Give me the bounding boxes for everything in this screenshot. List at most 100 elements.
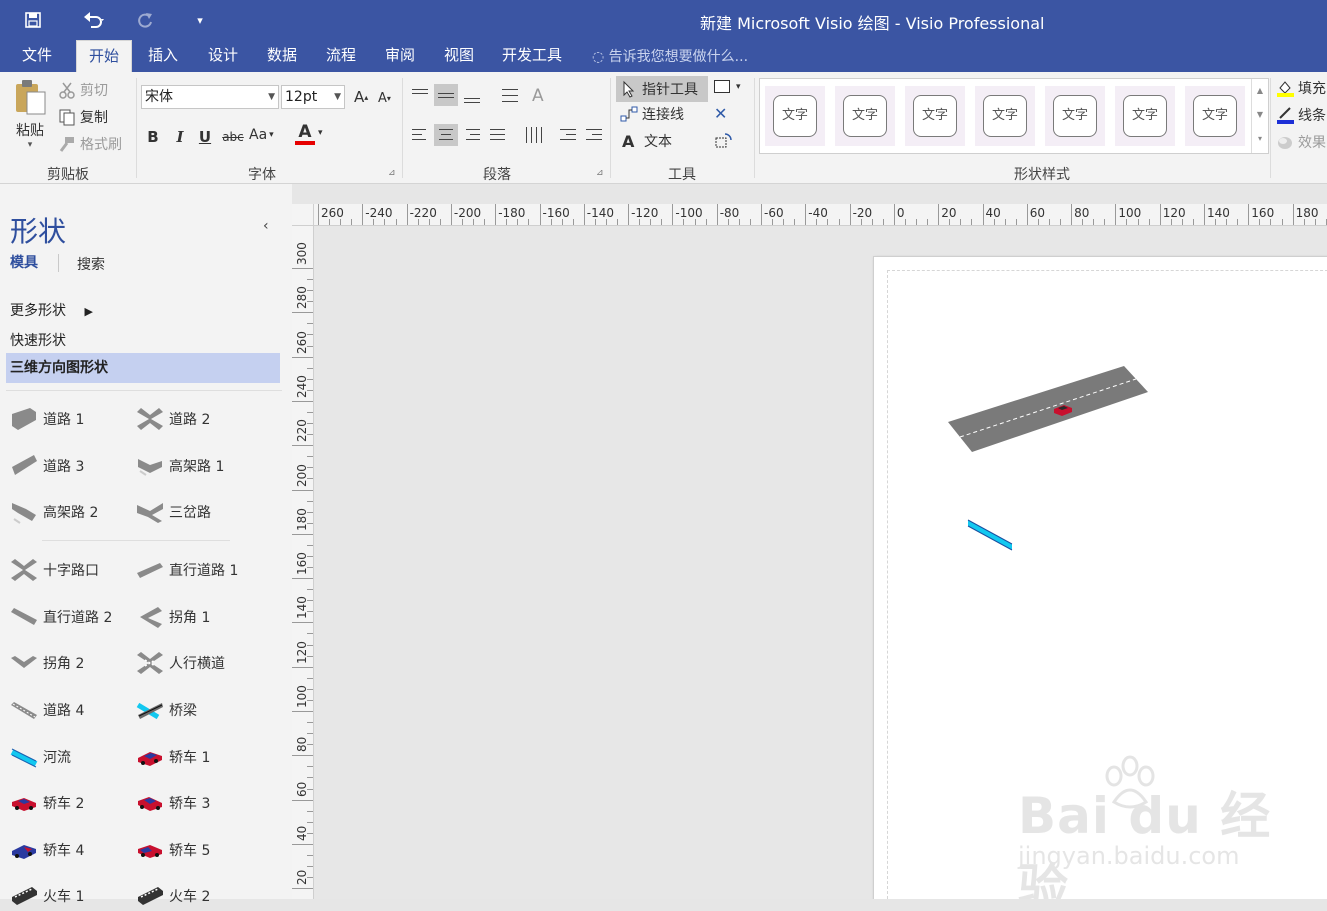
tell-me-box[interactable]: ◌ 告诉我您想要做什么... (592, 46, 748, 66)
style-tile[interactable]: 文字 (765, 86, 825, 146)
canvas-road-shape[interactable] (944, 362, 1154, 456)
connection-point-x-icon[interactable]: ✕ (714, 104, 727, 123)
style-tile[interactable]: 文字 (1185, 86, 1245, 146)
copy-button[interactable]: 复制 (58, 107, 108, 127)
shape-car-2[interactable]: 轿车 2 (10, 788, 140, 818)
text-direction-icon[interactable]: A (532, 86, 544, 106)
shapes-pane: 形状 ‹ 模具 搜索 更多形状 ▶ 快速形状 三维方向图形状 道路 1 道路 2… (0, 184, 292, 905)
italic-button[interactable]: I (169, 126, 191, 148)
font-color-button[interactable]: A (295, 123, 315, 145)
increase-indent-button[interactable] (582, 124, 606, 146)
shape-crosswalk[interactable]: 人行横道 (136, 648, 266, 678)
stencil-3d-directional-map[interactable]: 三维方向图形状 (6, 353, 280, 383)
shape-road-1[interactable]: 道路 1 (10, 404, 140, 434)
redo-icon[interactable] (132, 8, 158, 32)
shape-straight-road-2[interactable]: 直行道路 2 (10, 602, 140, 632)
shrink-font-button[interactable]: A ▾ (378, 91, 391, 106)
shape-train-1[interactable]: 火车 1 (10, 881, 140, 911)
shape-car-1[interactable]: 轿车 1 (136, 742, 266, 772)
font-size-select[interactable]: 12pt ▼ (281, 85, 345, 109)
tab-design[interactable]: 设计 (196, 40, 250, 72)
shape-straight-road-1[interactable]: 直行道路 1 (136, 555, 266, 585)
tab-view[interactable]: 视图 (432, 40, 486, 72)
collapse-pane-icon[interactable]: ‹ (263, 218, 269, 234)
bullets-button[interactable] (494, 84, 518, 106)
tab-stencils[interactable]: 模具 (10, 252, 38, 272)
change-case-button[interactable]: Aa ▾ (249, 127, 274, 143)
tab-insert[interactable]: 插入 (136, 40, 190, 72)
format-painter-button[interactable]: 格式刷 (58, 134, 122, 154)
shape-car-4[interactable]: 轿车 4 (10, 835, 140, 865)
shape-corner-1[interactable]: 拐角 1 (136, 602, 266, 632)
text-tool-button[interactable]: A 文本 (622, 131, 672, 151)
distribute-button[interactable] (522, 124, 546, 146)
fill-button[interactable]: 填充 (1276, 78, 1326, 98)
style-tile[interactable]: 文字 (835, 86, 895, 146)
paste-button[interactable]: 粘贴 ▾ (10, 78, 50, 158)
grow-font-button[interactable]: A ▴ (354, 88, 368, 106)
decrease-indent-button[interactable] (556, 124, 580, 146)
ruler-label: 20 (295, 869, 309, 886)
tab-developer[interactable]: 开发工具 (490, 40, 574, 72)
style-tile[interactable]: 文字 (905, 86, 965, 146)
shape-overpass-2[interactable]: 高架路 2 (10, 497, 140, 527)
rectangle-tool-button[interactable]: ▾ (714, 80, 741, 93)
pointer-tool-button[interactable]: 指针工具 (616, 76, 708, 102)
pen-line-icon (1276, 106, 1294, 124)
shape-river[interactable]: 河流 (10, 742, 140, 772)
shape-crossroad[interactable]: 十字路口 (10, 555, 140, 585)
font-name-select[interactable]: 宋体 ▼ (141, 85, 279, 109)
shape-label: 火车 1 (43, 889, 85, 905)
strikethrough-button[interactable]: abc (220, 126, 246, 148)
align-left-button[interactable] (408, 124, 432, 146)
align-top-button[interactable] (408, 84, 432, 106)
align-middle-button[interactable] (434, 84, 458, 106)
font-color-dropdown[interactable]: ▾ (318, 128, 323, 138)
font-dialog-launcher-icon[interactable]: ⊿ (388, 168, 396, 178)
shape-car-3[interactable]: 轿车 3 (136, 788, 266, 818)
align-right-button[interactable] (460, 124, 484, 146)
separator (610, 78, 611, 178)
shape-road-2[interactable]: 道路 2 (136, 404, 266, 434)
shape-bridge[interactable]: 桥梁 (136, 695, 266, 725)
align-center-button[interactable] (434, 124, 458, 146)
shape-corner-2[interactable]: 拐角 2 (10, 648, 140, 678)
vertical-ruler[interactable]: 300 280 260 240 220 200 180 160 140 120 100 80 60 40 2… (292, 226, 314, 899)
save-icon[interactable] (20, 8, 46, 32)
style-tile[interactable]: 文字 (975, 86, 1035, 146)
shape-road-3[interactable]: 道路 3 (10, 451, 140, 481)
rotate-shape-icon[interactable] (713, 132, 733, 150)
tab-home[interactable]: 开始 (76, 40, 133, 72)
shape-overpass-1[interactable]: 高架路 1 (136, 451, 266, 481)
effects-button[interactable]: 效果 (1276, 132, 1326, 152)
gallery-scrollbar[interactable]: ▲ ▼ ▾ (1251, 79, 1268, 153)
horizontal-ruler[interactable]: 260 -240 -220 -200 -180 -160 -140 -120 -100 -80 -6… (314, 204, 1327, 226)
more-shapes-menu[interactable]: 更多形状 ▶ (10, 300, 93, 320)
tab-review[interactable]: 审阅 (373, 40, 427, 72)
connector-button[interactable]: 连接线 (620, 104, 684, 124)
canvas-river-shape[interactable] (964, 514, 1016, 554)
style-tile[interactable]: 文字 (1045, 86, 1105, 146)
shape-label: 火车 2 (169, 889, 211, 905)
justify-button[interactable] (486, 124, 510, 146)
tab-search[interactable]: 搜索 (77, 254, 105, 274)
line-button[interactable]: 线条 (1276, 105, 1326, 125)
undo-icon[interactable] (74, 8, 114, 32)
shape-car-5[interactable]: 轿车 5 (136, 835, 266, 865)
drawing-canvas[interactable]: Bai du 经验 jingyan.baidu.com (314, 226, 1327, 899)
paragraph-dialog-launcher-icon[interactable]: ⊿ (596, 168, 604, 178)
align-bottom-button[interactable] (460, 84, 484, 106)
style-tile[interactable]: 文字 (1115, 86, 1175, 146)
tab-file[interactable]: 文件 (10, 40, 64, 72)
underline-button[interactable]: U (194, 126, 216, 148)
quick-shapes-item[interactable]: 快速形状 (10, 330, 66, 350)
bold-button[interactable]: B (142, 126, 164, 148)
tab-data[interactable]: 数据 (255, 40, 309, 72)
tab-process[interactable]: 流程 (314, 40, 368, 72)
shape-road-4[interactable]: 道路 4 (10, 695, 140, 725)
shape-three-way[interactable]: 三岔路 (136, 497, 266, 527)
ruler-minor-tick (1082, 219, 1084, 225)
cut-button[interactable]: 剪切 (58, 80, 108, 100)
shape-train-2[interactable]: 火车 2 (136, 881, 266, 911)
customize-quick-access-icon[interactable]: ▾ (192, 8, 208, 32)
